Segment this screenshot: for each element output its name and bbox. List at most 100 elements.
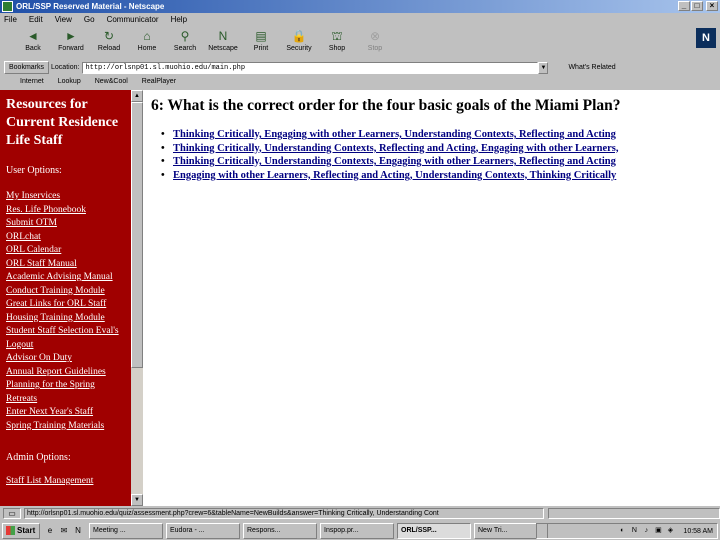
minimize-button[interactable]: _ bbox=[678, 1, 690, 11]
toolbar-shop-button[interactable]: ⛫ Shop bbox=[318, 26, 356, 58]
netscape-icon[interactable]: N bbox=[72, 525, 84, 537]
tray-app-icon[interactable]: N bbox=[629, 526, 639, 536]
forward-arrow-icon: ► bbox=[65, 29, 77, 43]
back-arrow-icon: ◄ bbox=[27, 29, 39, 43]
toolbar-stop-button[interactable]: ⊗ Stop bbox=[356, 26, 394, 58]
toolbar-button-label: Search bbox=[173, 45, 197, 52]
toolbar-print-button[interactable]: ▤ Print bbox=[242, 26, 280, 58]
personal-link-newcool[interactable]: New&Cool bbox=[95, 78, 128, 85]
sidebar-link[interactable]: Housing Training Module bbox=[6, 312, 131, 326]
start-button[interactable]: Start bbox=[2, 522, 40, 539]
sidebar-scrollbar[interactable]: ▲ ▼ bbox=[131, 90, 143, 506]
sidebar-link[interactable]: Res. Life Phonebook bbox=[6, 204, 131, 218]
sidebar-link[interactable]: Spring Training Materials bbox=[6, 420, 131, 434]
answer-link[interactable]: Engaging with other Learners, Reflecting… bbox=[173, 170, 616, 181]
tray-app-icon[interactable]: ◈ bbox=[665, 526, 675, 536]
bookmarks-button[interactable]: Bookmarks bbox=[4, 61, 50, 74]
admin-links: Staff List Management bbox=[6, 475, 131, 489]
scroll-thumb[interactable] bbox=[131, 102, 143, 368]
start-label: Start bbox=[17, 525, 36, 535]
status-bar: ▭ http://orlsnp01.sl.muohio.edu/quiz/ass… bbox=[0, 507, 720, 520]
ie-icon[interactable]: e bbox=[44, 525, 56, 537]
sidebar-link[interactable]: Academic Advising Manual bbox=[6, 271, 131, 285]
shop-icon: ⛫ bbox=[331, 29, 343, 43]
print-icon: ▤ bbox=[255, 29, 267, 43]
toolbar-button-label: Security bbox=[286, 45, 312, 52]
mail-icon[interactable]: ✉ bbox=[58, 525, 70, 537]
menu-file[interactable]: File bbox=[4, 13, 17, 26]
window-title: ORL/SSP Reserved Material - Netscape bbox=[16, 2, 165, 11]
sidebar-link[interactable]: Advisor On Duty bbox=[6, 352, 131, 366]
sidebar-link[interactable]: Retreats bbox=[6, 393, 131, 407]
scroll-up-arrow-icon[interactable]: ▲ bbox=[131, 90, 143, 102]
sidebar-links: My Inservices Res. Life Phonebook Submit O… bbox=[6, 190, 131, 433]
toolbar-button-label: Home bbox=[137, 45, 157, 52]
tray-app-icon[interactable]: ◐ bbox=[617, 526, 627, 536]
task-button[interactable]: Meeting ... bbox=[89, 522, 163, 539]
tray-app-icon[interactable]: ▣ bbox=[653, 526, 663, 536]
sidebar-link[interactable]: Student Staff Selection Eval's bbox=[6, 325, 131, 339]
netscape-logo-icon: N bbox=[696, 28, 716, 48]
task-button[interactable]: ORL/SSP... bbox=[397, 522, 471, 539]
sidebar-link[interactable]: Great Links for ORL Staff bbox=[6, 298, 131, 312]
toolbar-button-label: Netscape bbox=[208, 45, 238, 52]
sidebar-link[interactable]: Annual Report Guidelines bbox=[6, 366, 131, 380]
stop-icon: ⊗ bbox=[369, 29, 381, 43]
location-dropdown-button[interactable]: ▼ bbox=[538, 61, 549, 74]
answer-option: Thinking Critically, Understanding Conte… bbox=[161, 155, 711, 169]
personal-link-lookup[interactable]: Lookup bbox=[58, 78, 81, 85]
navigation-toolbar: ◄ Back ► Forward ↻ Reload ⌂ Home ⚲ Search N Netscap… bbox=[0, 26, 720, 60]
lock-icon: 🔒 bbox=[291, 29, 307, 43]
menu-communicator[interactable]: Communicator bbox=[107, 13, 159, 26]
personal-link-realplayer[interactable]: RealPlayer bbox=[142, 78, 176, 85]
tray-app-icon[interactable]: ♪ bbox=[641, 526, 651, 536]
system-tray: ◐ N ♪ ▣ ◈ 10:58 AM bbox=[536, 523, 718, 539]
search-icon: ⚲ bbox=[180, 29, 190, 43]
connection-status-icon: ▭ bbox=[3, 508, 21, 519]
quick-launch: e ✉ N bbox=[44, 525, 86, 537]
user-options-heading: User Options: bbox=[6, 165, 62, 176]
maximize-button[interactable]: □ bbox=[691, 1, 703, 11]
task-button[interactable]: Eudora - ... bbox=[166, 522, 240, 539]
answer-link[interactable]: Thinking Critically, Understanding Conte… bbox=[173, 156, 616, 167]
sidebar-link[interactable]: Enter Next Year's Staff bbox=[6, 406, 131, 420]
sidebar-link[interactable]: Submit OTM bbox=[6, 217, 131, 231]
status-indicators bbox=[548, 508, 720, 519]
status-text: http://orlsnp01.sl.muohio.edu/quiz/asses… bbox=[24, 508, 544, 519]
sidebar-link[interactable]: ORL Staff Manual bbox=[6, 258, 131, 272]
task-buttons: Meeting ... Eudora - ... Respons... Inspop.… bbox=[86, 522, 548, 539]
scroll-down-arrow-icon[interactable]: ▼ bbox=[131, 494, 143, 506]
netscape-icon: N bbox=[218, 29, 228, 43]
menu-edit[interactable]: Edit bbox=[29, 13, 43, 26]
location-bar: Bookmarks Location: http://orlsnp01.sl.m… bbox=[0, 60, 720, 75]
toolbar-button-label: Back bbox=[25, 45, 41, 52]
sidebar-link[interactable]: My Inservices bbox=[6, 190, 131, 204]
toolbar-forward-button[interactable]: ► Forward bbox=[52, 26, 90, 58]
answer-link[interactable]: Thinking Critically, Understanding Conte… bbox=[173, 143, 619, 154]
sidebar-link[interactable]: ORL Calendar bbox=[6, 244, 131, 258]
task-button[interactable]: Respons... bbox=[243, 522, 317, 539]
toolbar-home-button[interactable]: ⌂ Home bbox=[128, 26, 166, 58]
sidebar-link[interactable]: Logout bbox=[6, 339, 131, 353]
toolbar-search-button[interactable]: ⚲ Search bbox=[166, 26, 204, 58]
close-button[interactable]: × bbox=[706, 1, 718, 11]
sidebar-link[interactable]: ORLchat bbox=[6, 231, 131, 245]
menu-view[interactable]: View bbox=[55, 13, 72, 26]
personal-link-internet[interactable]: Internet bbox=[20, 78, 44, 85]
toolbar-reload-button[interactable]: ↻ Reload bbox=[90, 26, 128, 58]
browser-content: Resources for Current Residence Life Sta… bbox=[0, 90, 720, 506]
admin-link[interactable]: Staff List Management bbox=[6, 475, 131, 489]
sidebar-link[interactable]: Conduct Training Module bbox=[6, 285, 131, 299]
home-icon: ⌂ bbox=[143, 29, 151, 43]
whats-related-button[interactable]: What's Related bbox=[568, 64, 615, 71]
toolbar-security-button[interactable]: 🔒 Security bbox=[280, 26, 318, 58]
answer-option: Thinking Critically, Engaging with other… bbox=[161, 128, 711, 142]
toolbar-back-button[interactable]: ◄ Back bbox=[14, 26, 52, 58]
task-button[interactable]: Inspop.pr... bbox=[320, 522, 394, 539]
toolbar-netscape-button[interactable]: N Netscape bbox=[204, 26, 242, 58]
location-input[interactable]: http://orlsnp01.sl.muohio.edu/main.php bbox=[82, 61, 539, 74]
menu-help[interactable]: Help bbox=[171, 13, 187, 26]
sidebar-link[interactable]: Planning for the Spring bbox=[6, 379, 131, 393]
menu-go[interactable]: Go bbox=[84, 13, 95, 26]
answer-link[interactable]: Thinking Critically, Engaging with other… bbox=[173, 129, 616, 140]
